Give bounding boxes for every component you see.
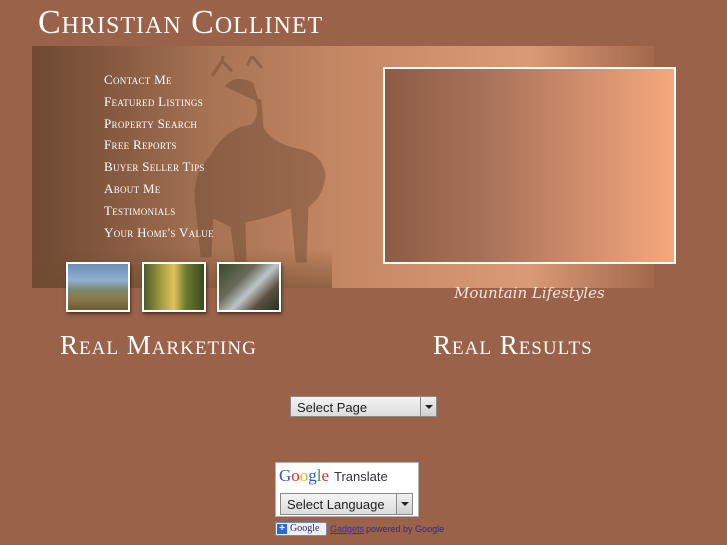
page-select-value: Select Page xyxy=(297,400,368,415)
plus-icon: + xyxy=(277,524,287,534)
slogan-left: Real Marketing xyxy=(60,330,257,360)
slogan-right: Real Results xyxy=(433,330,593,360)
main-nav: Contact Me Featured Listings Property Se… xyxy=(104,72,214,246)
chevron-down-icon[interactable] xyxy=(420,397,436,416)
media-frame[interactable] xyxy=(383,67,676,264)
chevron-down-icon[interactable] xyxy=(396,494,412,514)
nav-item-property-search[interactable]: Property Search xyxy=(104,116,214,138)
powered-by-text: powered by Google xyxy=(366,524,445,534)
site-title[interactable]: Christian Collinet xyxy=(38,4,323,42)
banner-tagline: Mountain Lifestyles xyxy=(454,284,605,302)
google-translate-widget: Google Translate Select Language xyxy=(275,462,419,517)
gadgets-footer: + Google Gadgets powered by Google xyxy=(275,522,444,538)
nav-item-free-reports[interactable]: Free Reports xyxy=(104,137,214,159)
add-to-google-label: Google xyxy=(290,523,320,534)
language-select-dropdown[interactable]: Select Language xyxy=(280,493,413,515)
nav-item-testimonials[interactable]: Testimonials xyxy=(104,203,214,225)
translate-label: Translate xyxy=(334,469,388,484)
nav-item-buyer-seller-tips[interactable]: Buyer Seller Tips xyxy=(104,159,214,181)
nav-item-featured-listings[interactable]: Featured Listings xyxy=(104,94,214,116)
thumbnail-mountain-stream[interactable] xyxy=(217,262,281,312)
add-to-google-button[interactable]: + Google xyxy=(275,522,327,536)
language-select-value: Select Language xyxy=(287,497,385,512)
gadgets-link[interactable]: Gadgets xyxy=(330,524,364,534)
page-select-dropdown[interactable]: Select Page xyxy=(290,396,437,417)
nav-item-contact-me[interactable]: Contact Me xyxy=(104,72,214,94)
thumbnail-mountain-meadow[interactable] xyxy=(66,262,130,312)
thumbnail-aspen-forest[interactable] xyxy=(142,262,206,312)
nav-item-about-me[interactable]: About Me xyxy=(104,181,214,203)
nav-item-home-value[interactable]: Your Home's Value xyxy=(104,225,214,247)
google-logo: Google xyxy=(279,466,330,485)
